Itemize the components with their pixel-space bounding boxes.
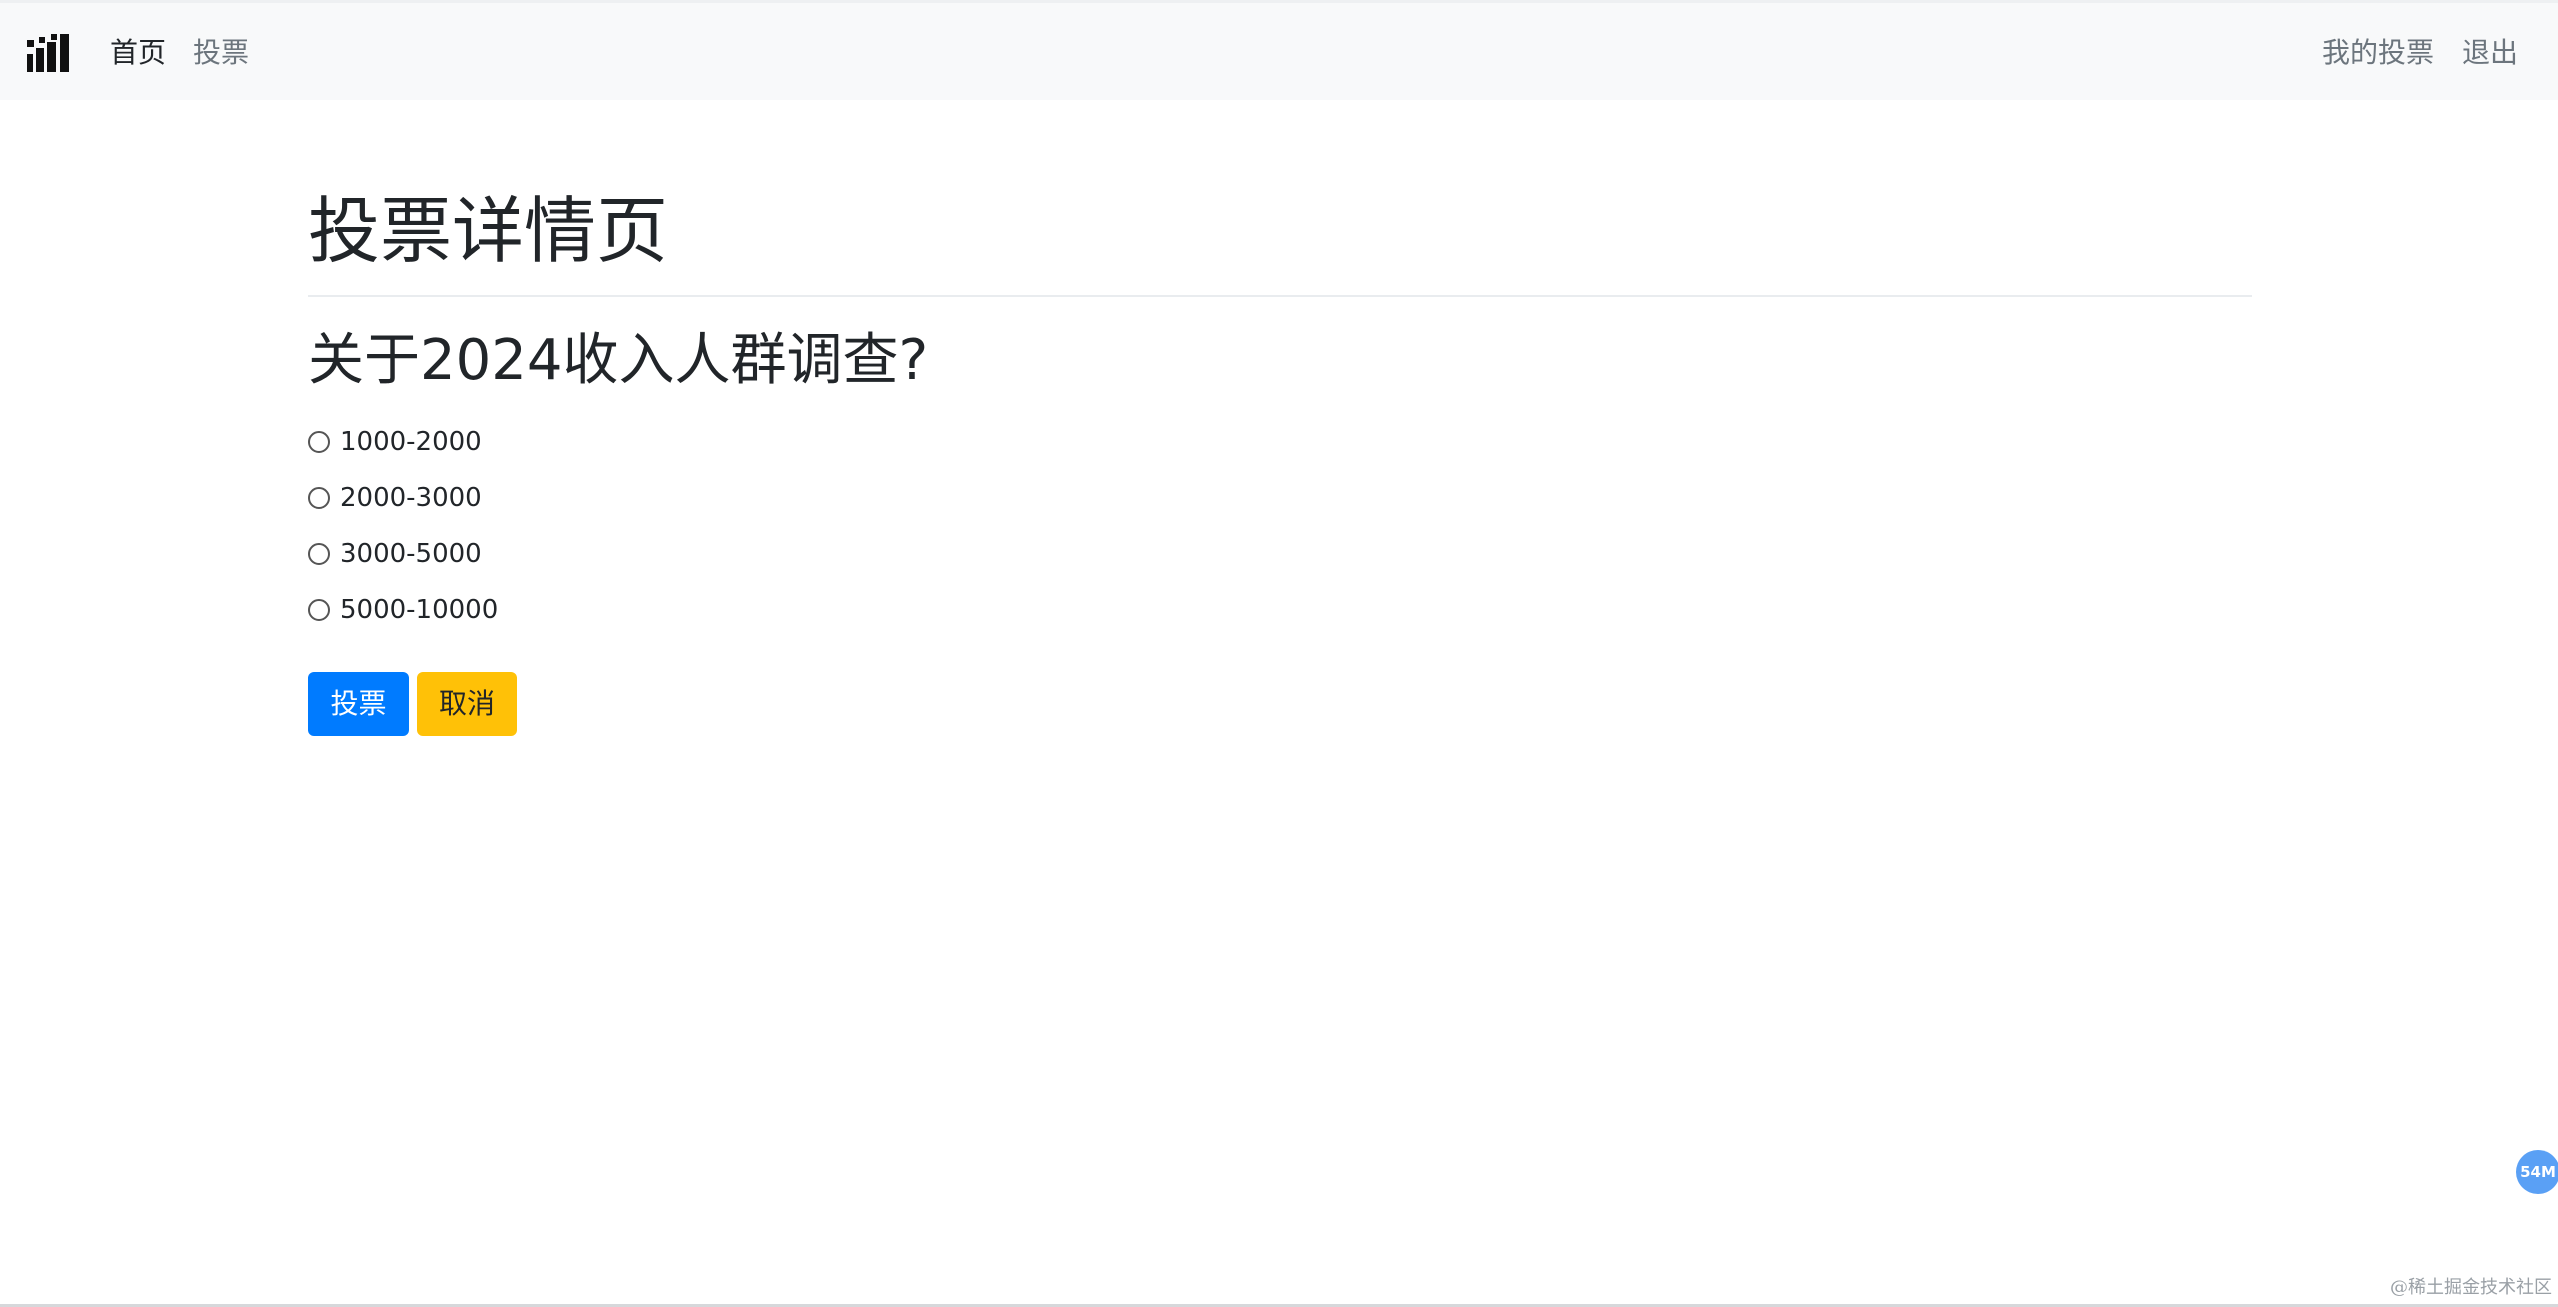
vote-option-label: 5000-10000 <box>340 595 499 625</box>
nav-link-vote[interactable]: 投票 <box>193 33 249 73</box>
radio-button[interactable] <box>308 487 330 509</box>
page-title: 投票详情页 <box>308 189 669 273</box>
radio-button[interactable] <box>308 599 330 621</box>
watermark-text: @稀土掘金技术社区 <box>2390 1277 2552 1298</box>
brand-logo-icon[interactable] <box>27 34 69 72</box>
nav-link-my-votes[interactable]: 我的投票 <box>2322 33 2434 73</box>
title-divider <box>308 295 2252 297</box>
cancel-button[interactable]: 取消 <box>417 672 517 736</box>
top-navbar: 首页 投票 我的投票 退出 <box>0 0 2558 100</box>
nav-link-home[interactable]: 首页 <box>110 33 166 73</box>
memory-usage-badge[interactable]: 54M <box>2516 1150 2558 1194</box>
vote-option[interactable]: 5000-10000 <box>308 590 498 630</box>
radio-button[interactable] <box>308 543 330 565</box>
nav-link-logout[interactable]: 退出 <box>2462 33 2518 73</box>
vote-option[interactable]: 1000-2000 <box>308 422 482 462</box>
vote-option[interactable]: 2000-3000 <box>308 478 482 518</box>
vote-option-label: 2000-3000 <box>340 483 482 513</box>
radio-button[interactable] <box>308 431 330 453</box>
vote-option[interactable]: 3000-5000 <box>308 534 482 574</box>
submit-vote-button[interactable]: 投票 <box>308 672 409 736</box>
vote-option-label: 1000-2000 <box>340 427 482 457</box>
vote-question: 关于2024收入人群调查? <box>308 328 929 393</box>
vote-option-label: 3000-5000 <box>340 539 482 569</box>
